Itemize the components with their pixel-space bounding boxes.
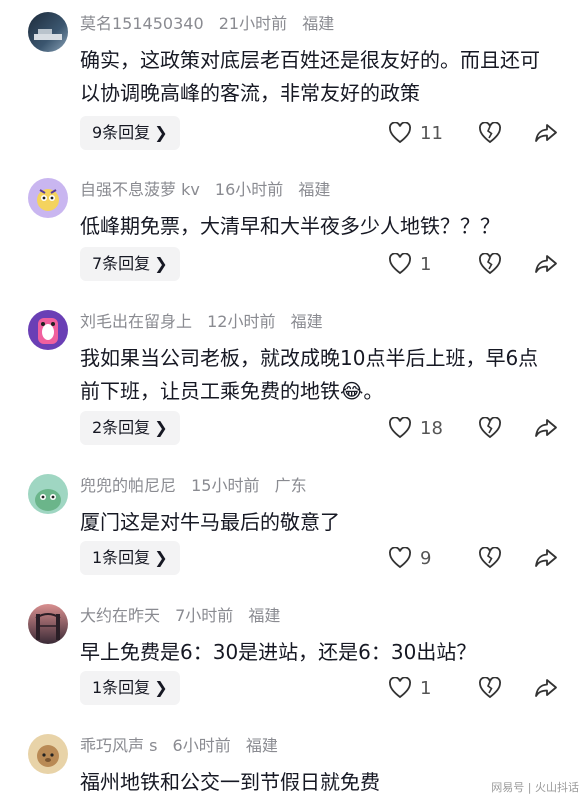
like-count: 11 (420, 122, 443, 144)
share-button[interactable] (534, 417, 558, 439)
heart-outline-icon (389, 417, 411, 439)
share-arrow-icon (535, 255, 557, 273)
like-count: 9 (420, 547, 432, 569)
timestamp: 15小时前 (191, 476, 260, 495)
timestamp: 7小时前 (175, 606, 234, 625)
comment-meta: 自强不息菠萝 kv 16小时前 福建 (80, 180, 340, 200)
location: 福建 (290, 312, 323, 331)
broken-heart-icon (479, 417, 501, 439)
broken-heart-icon (479, 547, 501, 569)
replies-label: 1条回复 (92, 678, 151, 697)
comment-meta: 莫名151450340 21小时前 福建 (80, 14, 344, 34)
timestamp: 6小时前 (172, 736, 231, 755)
avatar[interactable] (28, 12, 68, 52)
share-arrow-icon (535, 549, 557, 567)
comment-actions: 18 (388, 411, 558, 445)
comment-text: 厦门这是对牛马最后的敬意了 (80, 510, 340, 534)
comment-text: 确实，这政策对底层老百姓还是很友好的。而且还可以协调晚高峰的客流，非常友好的政策 (80, 48, 540, 105)
view-replies-button[interactable]: 7条回复 ❯ (80, 247, 180, 281)
chevron-right-icon: ❯ (154, 123, 168, 142)
comment-actions: 1 (388, 671, 558, 705)
comment-actions: 1 (388, 247, 558, 281)
avatar[interactable] (28, 604, 68, 644)
comment-meta: 刘毛出在留身上 12小时前 福建 (80, 312, 333, 332)
comment-meta: 大约在昨天 7小时前 福建 (80, 606, 290, 626)
location: 福建 (302, 14, 335, 33)
comment-text: 低峰期免票，大清早和大半夜多少人地铁？？？ (80, 214, 500, 238)
dislike-button[interactable] (478, 253, 534, 275)
like-button[interactable]: 1 (388, 677, 478, 699)
avatar[interactable] (28, 474, 68, 514)
username[interactable]: 自强不息菠萝 kv (80, 180, 200, 199)
heart-outline-icon (389, 677, 411, 699)
heart-outline-icon (389, 253, 411, 275)
like-button[interactable]: 18 (388, 417, 478, 439)
username[interactable]: 莫名151450340 (80, 14, 204, 33)
location: 福建 (298, 180, 331, 199)
broken-heart-icon (479, 677, 501, 699)
username[interactable]: 乖巧风声 s (80, 736, 157, 755)
share-button[interactable] (534, 253, 558, 275)
replies-label: 1条回复 (92, 548, 151, 567)
heart-outline-icon (389, 122, 411, 144)
avatar[interactable] (28, 734, 68, 774)
like-count: 1 (420, 253, 432, 275)
view-replies-button[interactable]: 1条回复 ❯ (80, 541, 180, 575)
broken-heart-icon (479, 122, 501, 144)
replies-label: 7条回复 (92, 254, 151, 273)
location: 福建 (248, 606, 281, 625)
dislike-button[interactable] (478, 122, 534, 144)
avatar[interactable] (28, 178, 68, 218)
view-replies-button[interactable]: 2条回复 ❯ (80, 411, 180, 445)
like-button[interactable]: 1 (388, 253, 478, 275)
comment-text: 早上免费是6：30是进站，还是6：30出站？ (80, 640, 477, 664)
like-count: 1 (420, 677, 432, 699)
share-button[interactable] (534, 547, 558, 569)
location: 广东 (274, 476, 307, 495)
like-button[interactable]: 9 (388, 547, 478, 569)
username[interactable]: 兜兜的帕尼尼 (80, 476, 176, 495)
chevron-right-icon: ❯ (154, 548, 168, 567)
watermark: 网易号 | 火山抖话 (488, 778, 582, 796)
location: 福建 (245, 736, 278, 755)
comment-actions: 9 (388, 541, 558, 575)
dislike-button[interactable] (478, 677, 534, 699)
share-arrow-icon (535, 124, 557, 142)
share-arrow-icon (535, 679, 557, 697)
comment-text: 我如果当公司老板，就改成晚10点半后上班，早6点前下班，让员工乘免费的地铁😂。 (80, 346, 539, 403)
chevron-right-icon: ❯ (154, 254, 168, 273)
username[interactable]: 大约在昨天 (80, 606, 160, 625)
timestamp: 16小时前 (214, 180, 284, 199)
share-button[interactable] (534, 677, 558, 699)
avatar[interactable] (28, 310, 68, 350)
comment-text: 福州地铁和公交一到节假日就免费 (80, 770, 380, 794)
username[interactable]: 刘毛出在留身上 (80, 312, 192, 331)
heart-outline-icon (389, 547, 411, 569)
comment-meta: 兜兜的帕尼尼 15小时前 广东 (80, 476, 317, 496)
share-button[interactable] (534, 122, 558, 144)
chevron-right-icon: ❯ (154, 678, 168, 697)
comment-actions: 11 (388, 116, 558, 150)
replies-label: 9条回复 (92, 123, 151, 142)
timestamp: 21小时前 (218, 14, 288, 33)
like-count: 18 (420, 417, 443, 439)
dislike-button[interactable] (478, 547, 534, 569)
share-arrow-icon (535, 419, 557, 437)
broken-heart-icon (479, 253, 501, 275)
comment-meta: 乖巧风声 s 6小时前 福建 (80, 736, 288, 756)
dislike-button[interactable] (478, 417, 534, 439)
chevron-right-icon: ❯ (154, 418, 168, 437)
replies-label: 2条回复 (92, 418, 151, 437)
view-replies-button[interactable]: 1条回复 ❯ (80, 671, 180, 705)
like-button[interactable]: 11 (388, 122, 478, 144)
view-replies-button[interactable]: 9条回复 ❯ (80, 116, 180, 150)
timestamp: 12小时前 (207, 312, 276, 331)
